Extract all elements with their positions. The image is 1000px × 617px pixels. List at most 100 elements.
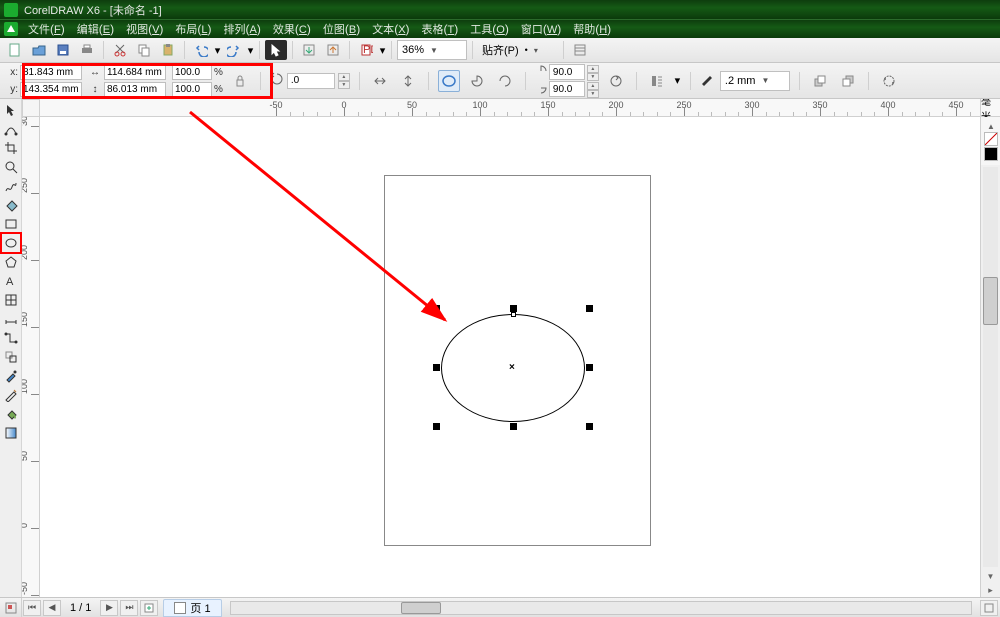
add-page-button[interactable] xyxy=(140,600,158,616)
width-input[interactable] xyxy=(104,65,166,80)
palette-scroll-down[interactable]: ▼ xyxy=(981,569,1000,583)
vertical-scroll-thumb[interactable] xyxy=(983,277,998,325)
mirror-vertical-button[interactable] xyxy=(397,70,419,92)
menu-help[interactable]: 帮助(H) xyxy=(567,19,617,39)
save-button[interactable] xyxy=(52,40,74,60)
publish-pdf-dropdown[interactable]: ▾ xyxy=(379,40,386,60)
height-input[interactable] xyxy=(104,82,166,97)
start-angle-spinner[interactable]: ▲▼ xyxy=(587,65,599,80)
menu-edit[interactable]: 编辑(E) xyxy=(71,19,120,39)
page-prev-button[interactable]: ◀ xyxy=(43,600,61,616)
interactive-effects-tool[interactable] xyxy=(2,348,20,366)
color-swatch-black[interactable] xyxy=(984,147,998,161)
eyedropper-tool[interactable] xyxy=(2,367,20,385)
page-first-button[interactable]: ⏮ xyxy=(23,600,41,616)
freehand-tool[interactable] xyxy=(2,177,20,195)
menu-text[interactable]: 文本(X) xyxy=(366,19,415,39)
to-back-button[interactable] xyxy=(837,70,859,92)
page-next-button[interactable]: ▶ xyxy=(100,600,118,616)
lock-ratio-button[interactable] xyxy=(229,70,251,92)
pick-tool-toolbar[interactable] xyxy=(265,40,287,60)
outline-tool[interactable] xyxy=(2,386,20,404)
vertical-ruler[interactable]: 300250200150100500-50-100 xyxy=(22,117,40,597)
page-tab-1[interactable]: 页 1 xyxy=(163,599,221,617)
publish-pdf-button[interactable]: PDF xyxy=(355,40,377,60)
end-angle-input[interactable]: 90.0 xyxy=(549,81,585,97)
fill-tool[interactable] xyxy=(2,405,20,423)
menu-table[interactable]: 表格(T) xyxy=(416,19,465,39)
pie-mode-button[interactable] xyxy=(466,70,488,92)
convert-to-curves-button[interactable] xyxy=(878,70,900,92)
selection-handle-s[interactable] xyxy=(510,423,517,430)
start-angle-input[interactable]: 90.0 xyxy=(549,64,585,80)
rotation-spinner[interactable]: ▲▼ xyxy=(338,73,350,88)
import-button[interactable] xyxy=(298,40,320,60)
mirror-horizontal-button[interactable] xyxy=(369,70,391,92)
horizontal-scroll-thumb[interactable] xyxy=(401,602,441,614)
connector-tool[interactable] xyxy=(2,329,20,347)
undo-button[interactable] xyxy=(190,40,212,60)
drawing-canvas[interactable]: × xyxy=(40,117,980,597)
palette-flyout[interactable]: ▸ xyxy=(981,583,1000,597)
polygon-tool[interactable] xyxy=(2,253,20,271)
to-front-button[interactable] xyxy=(809,70,831,92)
selection-handle-ne[interactable] xyxy=(586,305,593,312)
swap-angles-button[interactable] xyxy=(605,70,627,92)
scale-x-input[interactable] xyxy=(172,65,212,80)
page-last-button[interactable]: ⏭ xyxy=(120,600,138,616)
redo-dropdown[interactable]: ▾ xyxy=(247,40,254,60)
menu-effects[interactable]: 效果(C) xyxy=(267,19,317,39)
end-angle-spinner[interactable]: ▲▼ xyxy=(587,82,599,97)
dimension-tool[interactable] xyxy=(2,310,20,328)
rectangle-tool[interactable] xyxy=(2,215,20,233)
menu-arrange[interactable]: 排列(A) xyxy=(218,19,267,39)
palette-scroll-up[interactable]: ▲ xyxy=(984,121,998,131)
ellipse-node-marker[interactable] xyxy=(511,312,516,317)
menu-layout[interactable]: 布局(L) xyxy=(169,19,217,39)
menu-window[interactable]: 窗口(W) xyxy=(515,19,567,39)
wrap-text-button[interactable] xyxy=(646,70,668,92)
no-fill-swatch[interactable] xyxy=(984,132,998,146)
shape-tool[interactable] xyxy=(2,120,20,138)
options-button[interactable] xyxy=(569,40,591,60)
undo-dropdown[interactable]: ▾ xyxy=(214,40,221,60)
scale-y-input[interactable] xyxy=(172,82,212,97)
menu-bitmap[interactable]: 位图(B) xyxy=(317,19,366,39)
table-tool[interactable] xyxy=(2,291,20,309)
selection-handle-nw[interactable] xyxy=(433,305,440,312)
x-position-input[interactable] xyxy=(20,65,82,80)
ellipse-tool[interactable] xyxy=(0,232,22,254)
selection-handle-se[interactable] xyxy=(586,423,593,430)
navigator-icon[interactable] xyxy=(0,598,22,617)
menu-tools[interactable]: 工具(O) xyxy=(464,19,515,39)
y-position-input[interactable] xyxy=(20,82,82,97)
ellipse-mode-button[interactable] xyxy=(438,70,460,92)
selection-handle-n[interactable] xyxy=(510,305,517,312)
cut-button[interactable] xyxy=(109,40,131,60)
zoom-tool[interactable] xyxy=(2,158,20,176)
crop-tool[interactable] xyxy=(2,139,20,157)
arc-mode-button[interactable] xyxy=(494,70,516,92)
outline-width-combo[interactable]: .2 mm ▼ xyxy=(720,71,790,91)
pick-tool[interactable] xyxy=(2,101,20,119)
zoom-combo[interactable]: 36% ▼ xyxy=(397,40,467,60)
selection-handle-sw[interactable] xyxy=(433,423,440,430)
interactive-fill-tool[interactable] xyxy=(2,424,20,442)
paste-button[interactable] xyxy=(157,40,179,60)
selection-handle-e[interactable] xyxy=(586,364,593,371)
horizontal-ruler[interactable]: -50050100150200250300350400450 xyxy=(40,99,980,117)
open-button[interactable] xyxy=(28,40,50,60)
redo-button[interactable] xyxy=(223,40,245,60)
menu-view[interactable]: 视图(V) xyxy=(120,19,169,39)
ruler-origin[interactable] xyxy=(22,99,40,117)
vertical-scrollbar[interactable] xyxy=(983,167,998,567)
print-button[interactable] xyxy=(76,40,98,60)
rotation-input[interactable]: .0 xyxy=(287,73,335,89)
wrap-text-dropdown[interactable]: ▾ xyxy=(674,71,681,91)
horizontal-scrollbar[interactable] xyxy=(230,601,972,615)
selection-handle-w[interactable] xyxy=(433,364,440,371)
export-button[interactable] xyxy=(322,40,344,60)
navigator-popup-button[interactable] xyxy=(980,600,998,616)
text-tool[interactable]: A xyxy=(2,272,20,290)
smart-fill-tool[interactable] xyxy=(2,196,20,214)
